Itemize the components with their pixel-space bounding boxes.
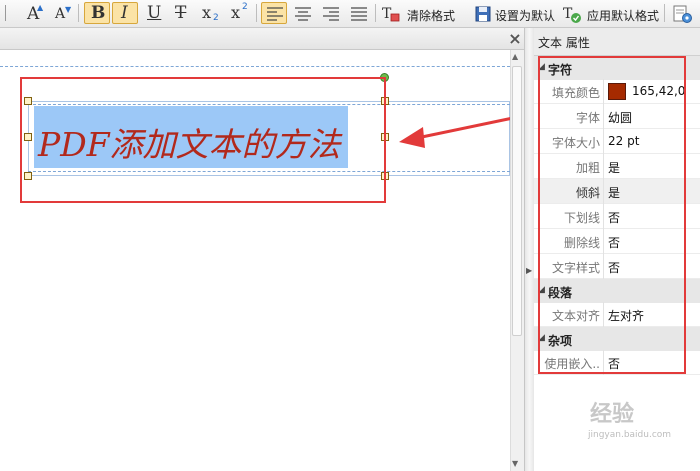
settings-icon <box>673 5 692 23</box>
page-margin-line <box>0 66 510 67</box>
bold-icon: B <box>91 3 106 23</box>
toolbar-separator <box>375 4 376 22</box>
annotation-box-text <box>20 77 386 203</box>
strikethrough-icon: T <box>175 3 187 23</box>
align-right-button[interactable] <box>317 2 343 24</box>
panel-title: 文本 属性 <box>534 28 700 56</box>
italic-button[interactable]: I <box>112 2 138 24</box>
eraser-icon: T <box>382 6 400 22</box>
watermark-text: 经验 <box>590 402 635 427</box>
toolbar-separator <box>78 4 79 22</box>
annotation-box-panel <box>538 56 686 374</box>
toolbar-separator <box>256 4 257 22</box>
splitter-arrow-icon[interactable]: ▶ <box>526 266 532 275</box>
properties-settings-button[interactable] <box>669 2 697 24</box>
pdf-editor-window: A ▲ A ▼ B I U T x 2 x 2 T 清除格式 设置为默认 T 应… <box>0 0 700 471</box>
superscript-icon: x <box>231 3 241 22</box>
italic-icon: I <box>121 3 128 23</box>
close-document-icon[interactable]: × <box>506 30 524 48</box>
format-check-icon: T <box>563 6 581 23</box>
set-as-default-button[interactable]: 设置为默认 <box>472 2 556 24</box>
watermark-url: jingyan.baidu.com <box>588 430 672 440</box>
bold-button[interactable]: B <box>84 2 110 24</box>
scrollbar-thumb[interactable] <box>512 66 522 336</box>
align-justify-button[interactable] <box>345 2 371 24</box>
font-shrink-icon[interactable]: A ▼ <box>50 2 72 24</box>
subscript-icon: x <box>202 3 212 22</box>
annotation-arrow <box>399 116 514 148</box>
align-right-icon <box>323 7 339 21</box>
align-center-button[interactable] <box>289 2 315 24</box>
align-left-icon <box>267 7 283 21</box>
svg-text:T: T <box>382 6 392 22</box>
scroll-down-icon[interactable]: ▼ <box>512 459 518 468</box>
toolbar-separator <box>664 4 665 22</box>
clear-format-button[interactable]: T 清除格式 <box>379 2 461 24</box>
superscript-button[interactable]: x 2 <box>226 2 252 24</box>
align-left-button[interactable] <box>261 2 287 24</box>
apply-default-format-button[interactable]: T 应用默认格式 <box>560 2 662 24</box>
document-tab-header <box>0 28 528 50</box>
underline-button[interactable]: U <box>141 2 165 24</box>
underline-icon: U <box>147 3 162 23</box>
align-center-icon <box>295 7 311 21</box>
strikethrough-button[interactable]: T <box>169 2 193 24</box>
formatting-toolbar: A ▲ A ▼ B I U T x 2 x 2 T 清除格式 设置为默认 T 应… <box>0 0 700 28</box>
panel-splitter[interactable] <box>524 28 534 471</box>
align-justify-icon <box>351 7 367 21</box>
scroll-up-icon[interactable]: ▲ <box>512 52 518 61</box>
subscript-button[interactable]: x 2 <box>197 2 223 24</box>
save-icon <box>475 6 491 22</box>
font-dropdown-edge[interactable] <box>0 2 6 24</box>
font-grow-icon[interactable]: A ▲ <box>22 2 44 24</box>
